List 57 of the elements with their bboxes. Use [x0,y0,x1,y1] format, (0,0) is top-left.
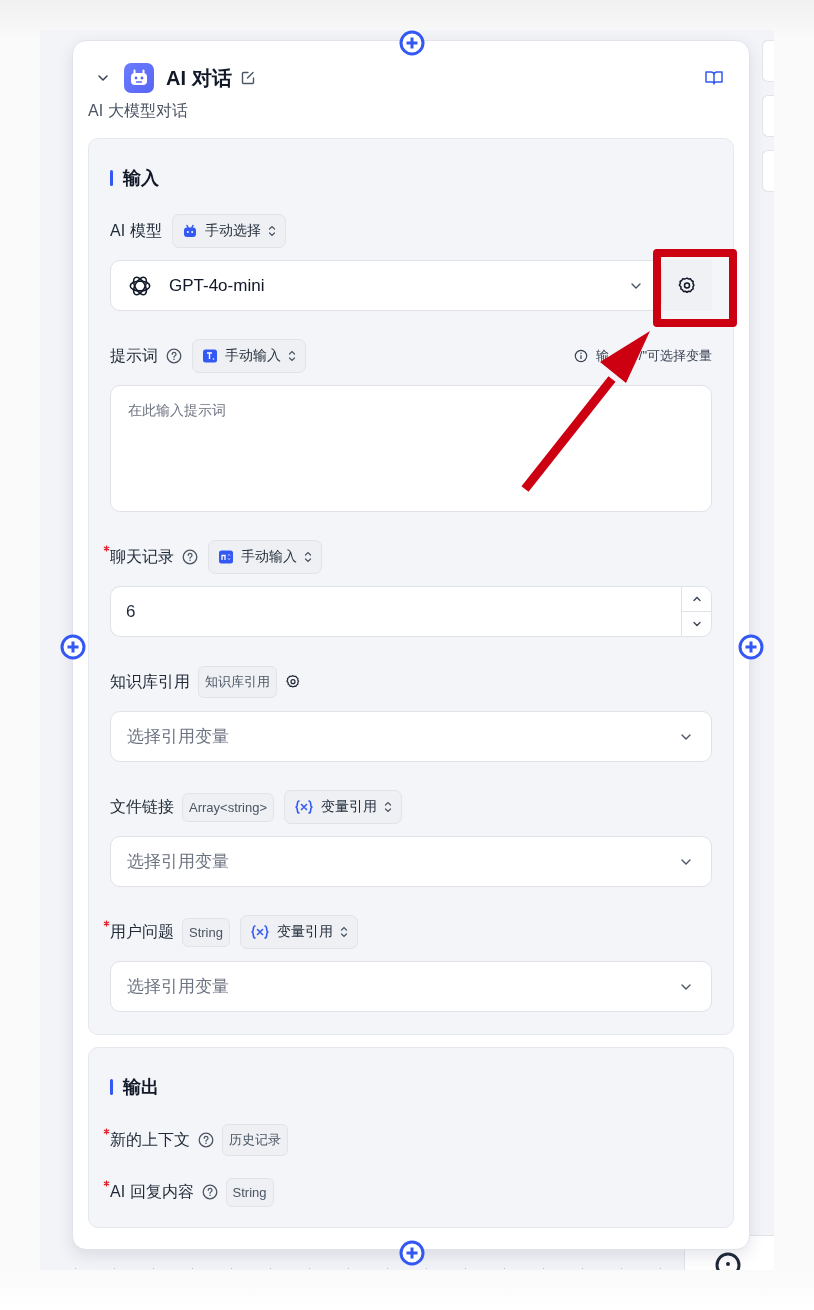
node-title: AI 对话 [166,65,232,91]
hint-text: /"可选择变量 [638,347,712,365]
field-label: 知识库引用 [110,672,190,692]
type-tag: String [182,917,230,947]
robot-icon [124,63,154,93]
field-label: AI 模型 [110,221,162,241]
sort-caret-icon [339,925,348,939]
robot-icon [181,223,198,239]
mode-dropdown[interactable]: 手动输入 [208,540,322,574]
type-tag: String [225,1177,274,1207]
type-tag: 知识库引用 [198,666,277,698]
info-icon [573,349,588,363]
section-title: 输出 [123,1076,159,1099]
add-handle-icon[interactable] [738,634,764,660]
field-label: 用户问题 [110,922,174,942]
help-icon[interactable] [201,1184,218,1200]
output-label: 新的上下文 [110,1130,190,1150]
field-label: 聊天记录 [110,547,174,567]
mode-dropdown[interactable]: 变量引用 [239,915,358,949]
add-handle-icon[interactable] [399,30,425,56]
variable-select[interactable]: 选择引用变量 [110,711,712,762]
field-label: 文件链接 [110,797,174,817]
node-card[interactable] [762,150,774,192]
mode-dropdown[interactable]: 手动输入 [192,339,306,373]
book-icon[interactable] [704,70,724,86]
variable-icon [294,799,315,815]
type-tag: Array<string> [182,792,275,822]
help-icon[interactable] [166,348,182,364]
sort-caret-icon [384,800,393,814]
node-description: AI 大模型对话 [88,101,189,121]
node-card[interactable] [762,40,774,82]
output-label: AI 回复内容 [110,1182,194,1202]
number-type-icon [218,549,234,565]
settings-icon [677,275,697,296]
number-input[interactable]: 6 [110,586,681,637]
settings-button[interactable] [662,260,712,311]
add-handle-icon[interactable] [399,1240,425,1266]
mode-dropdown[interactable]: 变量引用 [284,790,403,824]
node-card[interactable] [762,95,774,137]
variable-select[interactable]: 选择引用变量 [110,961,712,1012]
settings-icon[interactable] [285,674,301,690]
help-icon[interactable] [198,1132,214,1148]
variable-select[interactable]: 选择引用变量 [110,836,712,887]
edit-icon[interactable] [239,70,256,86]
text-type-icon [202,348,218,364]
sort-caret-icon [288,349,296,363]
mode-dropdown[interactable]: 手动选择 [171,214,286,248]
type-tag: 历史记录 [222,1124,288,1156]
variable-icon [249,924,270,940]
add-handle-icon[interactable] [60,634,86,660]
section-title: 输入 [123,167,159,190]
field-label: 提示词 [110,346,158,366]
sort-caret-icon [304,550,312,564]
prompt-textarea[interactable]: 在此输入提示词 [110,385,712,512]
model-select[interactable]: GPT-4o-mini [110,260,662,311]
help-icon[interactable] [182,549,198,565]
sort-caret-icon [267,224,276,238]
